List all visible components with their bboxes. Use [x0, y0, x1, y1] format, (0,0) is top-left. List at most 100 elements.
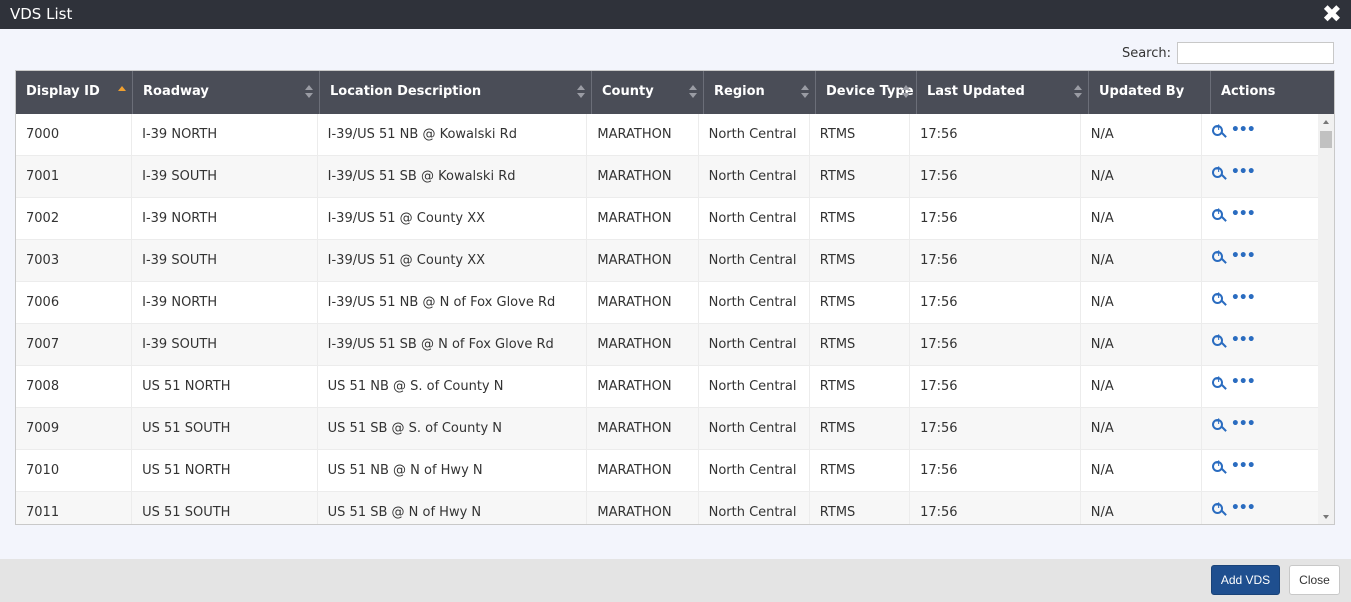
table-cell-updated: 17:56: [910, 114, 1081, 155]
table-cell-device: RTMS: [810, 450, 911, 491]
table-cell-county: MARATHON: [587, 324, 699, 365]
table-header: Display ID Roadway Location Description Cou…: [16, 71, 1334, 114]
close-icon[interactable]: ✖: [1322, 1, 1342, 27]
column-header[interactable]: Last Updated: [917, 71, 1089, 114]
more-icon[interactable]: •••: [1231, 501, 1256, 524]
table-cell-by: N/A: [1081, 198, 1202, 239]
zoom-in-icon[interactable]: [1211, 501, 1227, 517]
table-cell-device: RTMS: [810, 408, 911, 449]
table-cell-updated: 17:56: [910, 450, 1081, 491]
table-cell-updated: 17:56: [910, 408, 1081, 449]
table-cell-by: N/A: [1081, 114, 1202, 155]
zoom-in-icon[interactable]: [1211, 165, 1227, 181]
more-icon[interactable]: •••: [1231, 459, 1256, 491]
table-cell-region: North Central: [699, 114, 810, 155]
more-icon[interactable]: •••: [1231, 291, 1256, 323]
sort-icon[interactable]: [577, 85, 585, 99]
table-cell-county: MARATHON: [587, 366, 699, 407]
table-cell-region: North Central: [699, 366, 810, 407]
column-header: Updated By: [1089, 71, 1211, 114]
table-cell-by: N/A: [1081, 282, 1202, 323]
sort-icon[interactable]: [801, 85, 809, 99]
zoom-in-icon[interactable]: [1211, 123, 1227, 139]
close-button[interactable]: Close: [1289, 565, 1340, 595]
table-cell-roadway: I-39 SOUTH: [132, 156, 318, 197]
table-cell-roadway: I-39 SOUTH: [132, 240, 318, 281]
zoom-in-icon[interactable]: [1211, 417, 1227, 433]
sort-icon[interactable]: [689, 85, 697, 99]
column-header-label: Region: [714, 84, 765, 99]
sort-icon[interactable]: [305, 85, 313, 99]
table-cell-by: N/A: [1081, 324, 1202, 365]
table-cell-actions: •••: [1202, 366, 1318, 407]
table-cell-id: 7010: [16, 450, 133, 491]
more-icon[interactable]: •••: [1231, 123, 1256, 155]
table-cell-device: RTMS: [810, 324, 911, 365]
table-cell-by: N/A: [1081, 450, 1202, 491]
table-cell-updated: 17:56: [910, 492, 1081, 524]
table-scrollbar[interactable]: [1318, 114, 1334, 524]
scroll-up-icon[interactable]: [1323, 120, 1329, 124]
table-cell-updated: 17:56: [910, 156, 1081, 197]
table-row: 7011 US 51 SOUTH US 51 SB @ N of Hwy N MARA…: [16, 492, 1318, 524]
table-cell-device: RTMS: [810, 114, 911, 155]
add-vds-button[interactable]: Add VDS: [1211, 565, 1280, 595]
search-input[interactable]: [1177, 42, 1334, 64]
column-header: Actions: [1211, 71, 1328, 114]
table-cell-location: I-39/US 51 SB @ N of Fox Glove Rd: [318, 324, 588, 365]
table-cell-location: I-39/US 51 @ County XX: [318, 240, 588, 281]
table-cell-device: RTMS: [810, 366, 911, 407]
zoom-in-icon[interactable]: [1211, 459, 1227, 475]
table-cell-roadway: US 51 SOUTH: [132, 492, 318, 524]
vds-table: Display ID Roadway Location Description Cou…: [15, 70, 1335, 525]
table-cell-roadway: I-39 NORTH: [132, 198, 318, 239]
table-cell-location: I-39/US 51 NB @ Kowalski Rd: [318, 114, 588, 155]
table-cell-updated: 17:56: [910, 282, 1081, 323]
table-cell-device: RTMS: [810, 282, 911, 323]
table-cell-updated: 17:56: [910, 366, 1081, 407]
table-cell-device: RTMS: [810, 156, 911, 197]
zoom-in-icon[interactable]: [1211, 207, 1227, 223]
column-header[interactable]: Display ID: [16, 71, 133, 114]
sort-icon[interactable]: [1074, 85, 1082, 99]
search-box: Search:: [1122, 42, 1334, 64]
zoom-in-icon[interactable]: [1211, 333, 1227, 349]
table-cell-actions: •••: [1202, 282, 1318, 323]
table-cell-id: 7000: [16, 114, 133, 155]
column-header[interactable]: Location Description: [320, 71, 592, 114]
table-cell-location: I-39/US 51 SB @ Kowalski Rd: [318, 156, 588, 197]
table-cell-county: MARATHON: [587, 114, 699, 155]
column-header[interactable]: Region: [704, 71, 816, 114]
more-icon[interactable]: •••: [1231, 207, 1256, 239]
table-cell-by: N/A: [1081, 240, 1202, 281]
more-icon[interactable]: •••: [1231, 333, 1256, 365]
table-cell-roadway: US 51 NORTH: [132, 366, 318, 407]
table-cell-location: US 51 SB @ N of Hwy N: [318, 492, 588, 524]
column-header[interactable]: County: [592, 71, 704, 114]
table-row: 7003 I-39 SOUTH I-39/US 51 @ County XX MARA…: [16, 240, 1318, 282]
column-header[interactable]: Device Type: [816, 71, 917, 114]
column-header[interactable]: Roadway: [133, 71, 320, 114]
table-cell-actions: •••: [1202, 240, 1318, 281]
zoom-in-icon[interactable]: [1211, 249, 1227, 265]
zoom-in-icon[interactable]: [1211, 375, 1227, 391]
table-cell-id: 7003: [16, 240, 133, 281]
sort-icon[interactable]: [902, 85, 910, 99]
column-header-label: County: [602, 84, 654, 99]
more-icon[interactable]: •••: [1231, 165, 1256, 197]
table-cell-updated: 17:56: [910, 198, 1081, 239]
more-icon[interactable]: •••: [1231, 375, 1256, 407]
sort-asc-icon[interactable]: [118, 85, 126, 99]
table-cell-county: MARATHON: [587, 450, 699, 491]
table-body: 7000 I-39 NORTH I-39/US 51 NB @ Kowalski R…: [16, 114, 1318, 524]
table-cell-id: 7009: [16, 408, 133, 449]
more-icon[interactable]: •••: [1231, 249, 1256, 281]
table-cell-county: MARATHON: [587, 408, 699, 449]
scroll-thumb[interactable]: [1320, 131, 1332, 148]
table-cell-location: I-39/US 51 @ County XX: [318, 198, 588, 239]
zoom-in-icon[interactable]: [1211, 291, 1227, 307]
column-header-label: Last Updated: [927, 84, 1025, 99]
scroll-down-icon[interactable]: [1323, 515, 1329, 519]
more-icon[interactable]: •••: [1231, 417, 1256, 449]
table-cell-county: MARATHON: [587, 240, 699, 281]
